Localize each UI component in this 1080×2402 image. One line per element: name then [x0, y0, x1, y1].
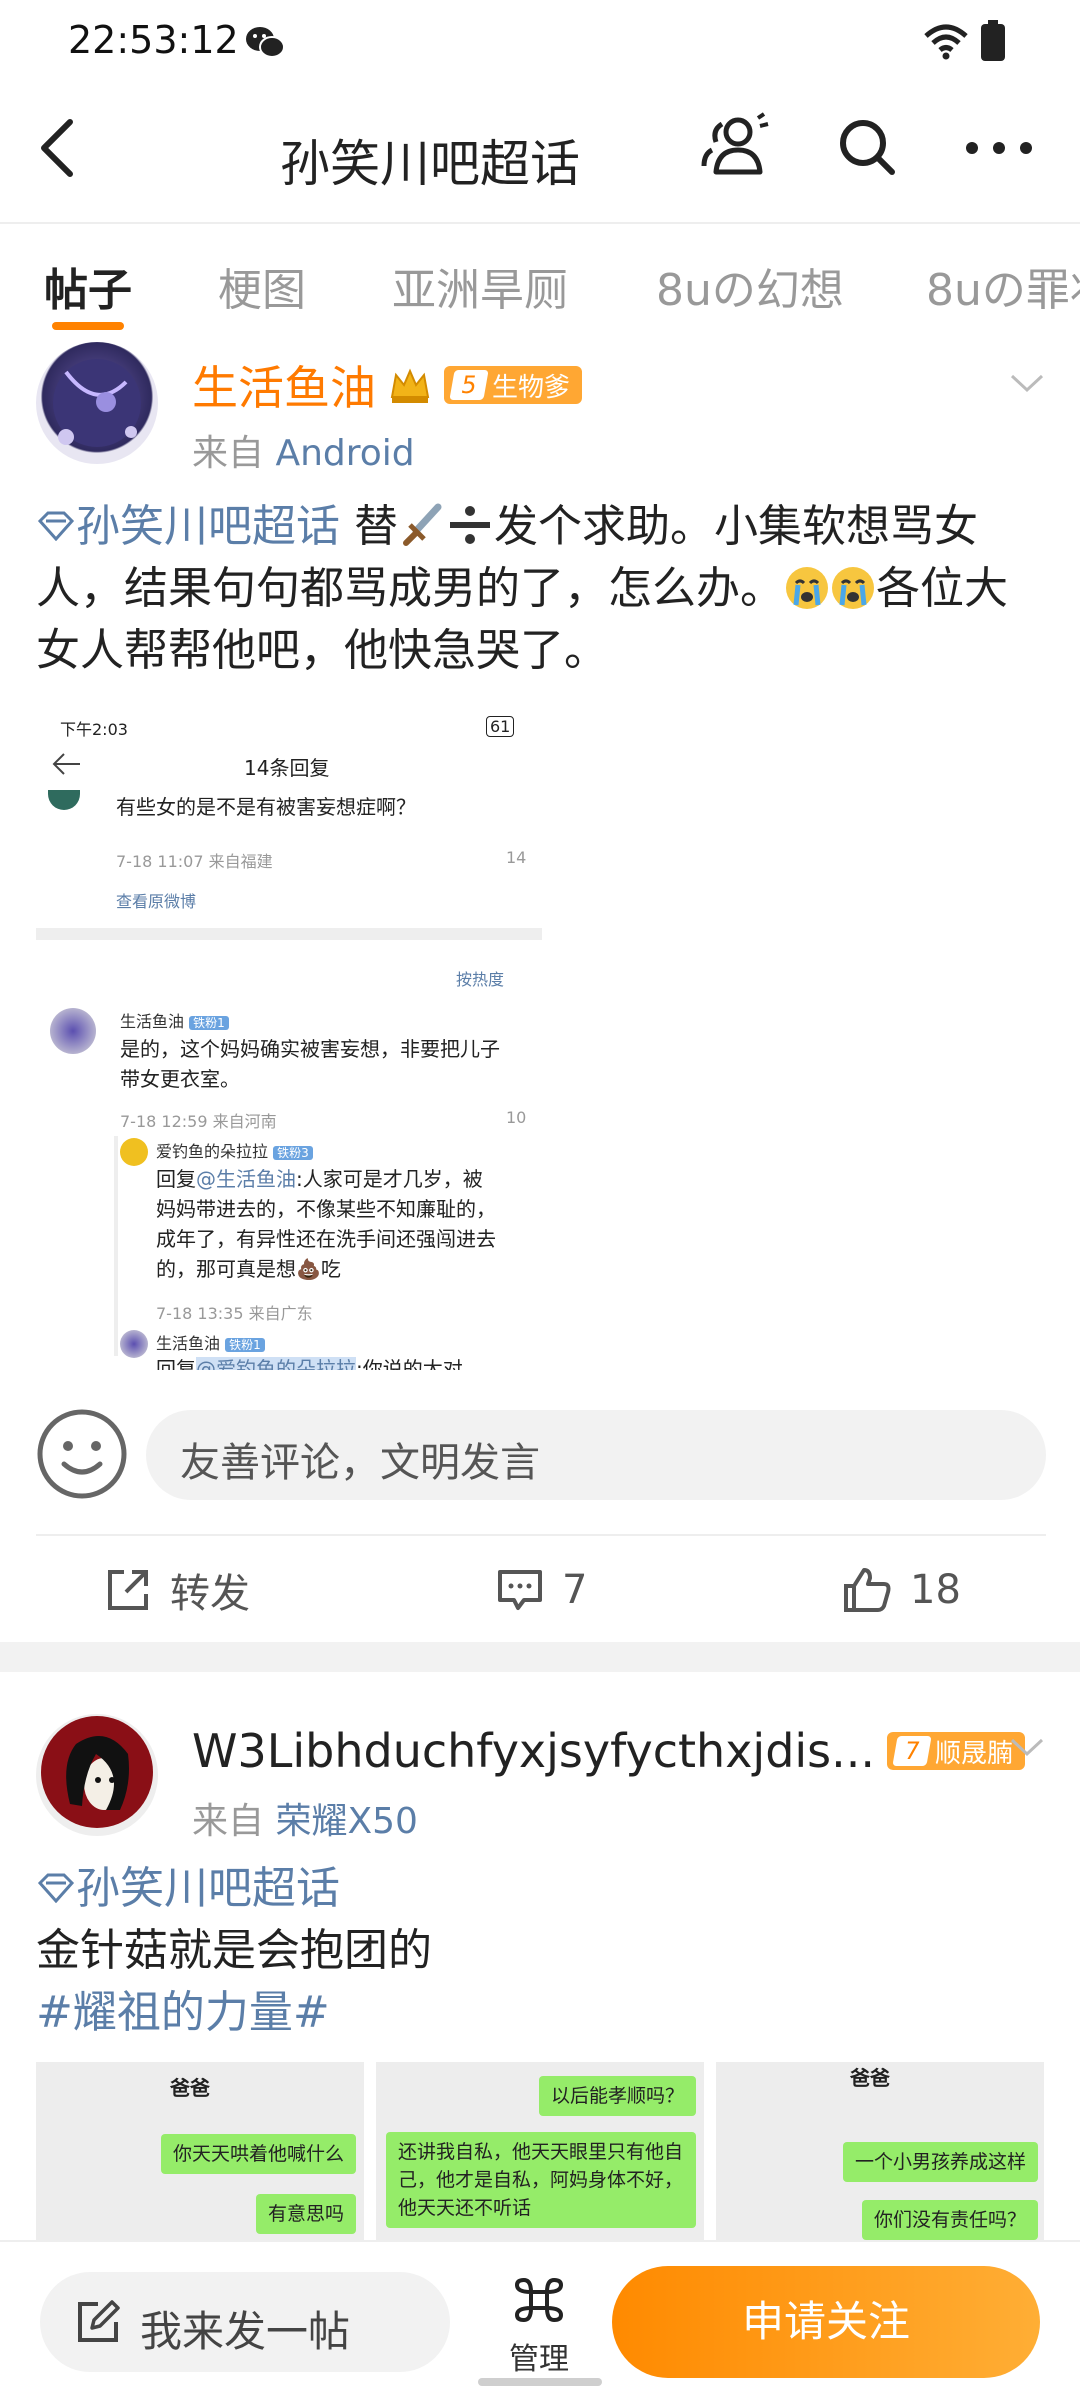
- manage-button[interactable]: 管理: [496, 2274, 582, 2378]
- share-icon: [108, 1570, 148, 1610]
- post2-image-2[interactable]: 以后能孝顺吗？ 还讲我自私，他天天眼里只有他自己，他才是自私，阿妈身体不好，他天…: [376, 2062, 704, 2242]
- like-button[interactable]: 18: [842, 1560, 961, 1620]
- tab-posts[interactable]: 帖子: [44, 254, 132, 318]
- post2-topic-link[interactable]: 孙笑川吧超话: [76, 1863, 340, 1914]
- post2-fan-badge: 7 顺晟腩: [887, 1732, 1026, 1770]
- post2-source: 来自 荣耀X50: [192, 1801, 418, 1842]
- post1-avatar[interactable]: [36, 342, 158, 464]
- dagger-emoji: [403, 503, 442, 546]
- post1-screenshot-image[interactable]: 下午2:03 61 14条回复 有些女的是不是有被害妄想症啊？ 7-18 11:…: [36, 700, 542, 1370]
- post1-chevron-down-icon[interactable]: [1010, 366, 1044, 400]
- post1-username[interactable]: 生活鱼油: [192, 352, 376, 418]
- crying-emoji: [786, 567, 828, 609]
- topic-diamond-icon: [37, 1873, 75, 1904]
- post2-user-row: W3Libhduchfyxjsyfycthxjdis... 7 顺晟腩: [192, 1724, 1026, 1778]
- post-separator: [0, 1642, 1080, 1672]
- post2-body: 孙笑川吧超话 金针菇就是会抱团的 #耀祖的力量#: [36, 1858, 1046, 2044]
- post2-chevron-down-icon[interactable]: [1010, 1730, 1044, 1764]
- status-bar: 22:53:12: [0, 0, 1080, 84]
- edit-icon: [78, 2300, 120, 2342]
- comment-input[interactable]: 友善评论，文明发言: [146, 1410, 1046, 1500]
- status-time: 22:53:12: [68, 18, 239, 62]
- post2-username[interactable]: W3Libhduchfyxjsyfycthxjdis...: [192, 1724, 875, 1778]
- post1-body: 孙笑川吧超话 替发个求助。小集软想骂女 人，结果句句都骂成男的了，怎么办。 各位大…: [36, 501, 1008, 676]
- thumbs-up-icon: [844, 1568, 891, 1612]
- post1-user-row: 生活鱼油 5 生物爹: [192, 352, 583, 418]
- tab-asia-toilet[interactable]: 亚洲旱厕: [392, 254, 568, 318]
- post1-source: 来自 Android: [192, 433, 415, 474]
- post2-image-3[interactable]: 爸爸 一个小男孩养成这样 你们没有责任吗？: [716, 2062, 1044, 2242]
- new-post-button[interactable]: 我来发一帖: [40, 2272, 450, 2372]
- repost-button[interactable]: 转发: [104, 1560, 250, 1620]
- post2-image-1[interactable]: 爸爸 你天天哄着他喊什么 有意思吗: [36, 2062, 364, 2242]
- more-icon[interactable]: [964, 138, 1034, 158]
- tab-bar: 帖子 梗图 亚洲旱厕 8uの幻想 8uの罪状: [0, 222, 1080, 334]
- apply-follow-button[interactable]: 申请关注: [612, 2266, 1040, 2378]
- members-icon[interactable]: [700, 110, 770, 180]
- post1-fan-badge: 5 生物爹: [444, 366, 583, 404]
- back-arrow-icon: [52, 753, 80, 775]
- topic-diamond-icon: [37, 511, 75, 542]
- crown-vip-icon: [390, 368, 430, 403]
- tab-active-indicator: [52, 322, 124, 330]
- post2-hashtag[interactable]: #耀祖的力量#: [36, 1982, 1046, 2044]
- crying-emoji: [832, 567, 874, 609]
- wifi-icon: [924, 24, 968, 60]
- post2-avatar[interactable]: [36, 1714, 158, 1836]
- top-header: 孙笑川吧超话: [0, 84, 1080, 212]
- tab-8u-fantasy[interactable]: 8uの幻想: [656, 254, 844, 318]
- comment-button[interactable]: 7: [496, 1560, 587, 1620]
- comment-icon: [498, 1570, 542, 1610]
- post1-topic-link[interactable]: 孙笑川吧超话: [76, 501, 340, 552]
- home-indicator: [478, 2378, 602, 2386]
- tab-memes[interactable]: 梗图: [218, 254, 306, 318]
- search-icon[interactable]: [836, 116, 898, 178]
- tab-8u-crimes[interactable]: 8uの罪状: [926, 254, 1080, 318]
- battery-icon: [981, 20, 1005, 61]
- divide-emoji: [450, 506, 490, 544]
- wechat-icon: [246, 27, 285, 58]
- command-icon: [514, 2277, 564, 2323]
- emoji-picker-icon[interactable]: [36, 1408, 128, 1500]
